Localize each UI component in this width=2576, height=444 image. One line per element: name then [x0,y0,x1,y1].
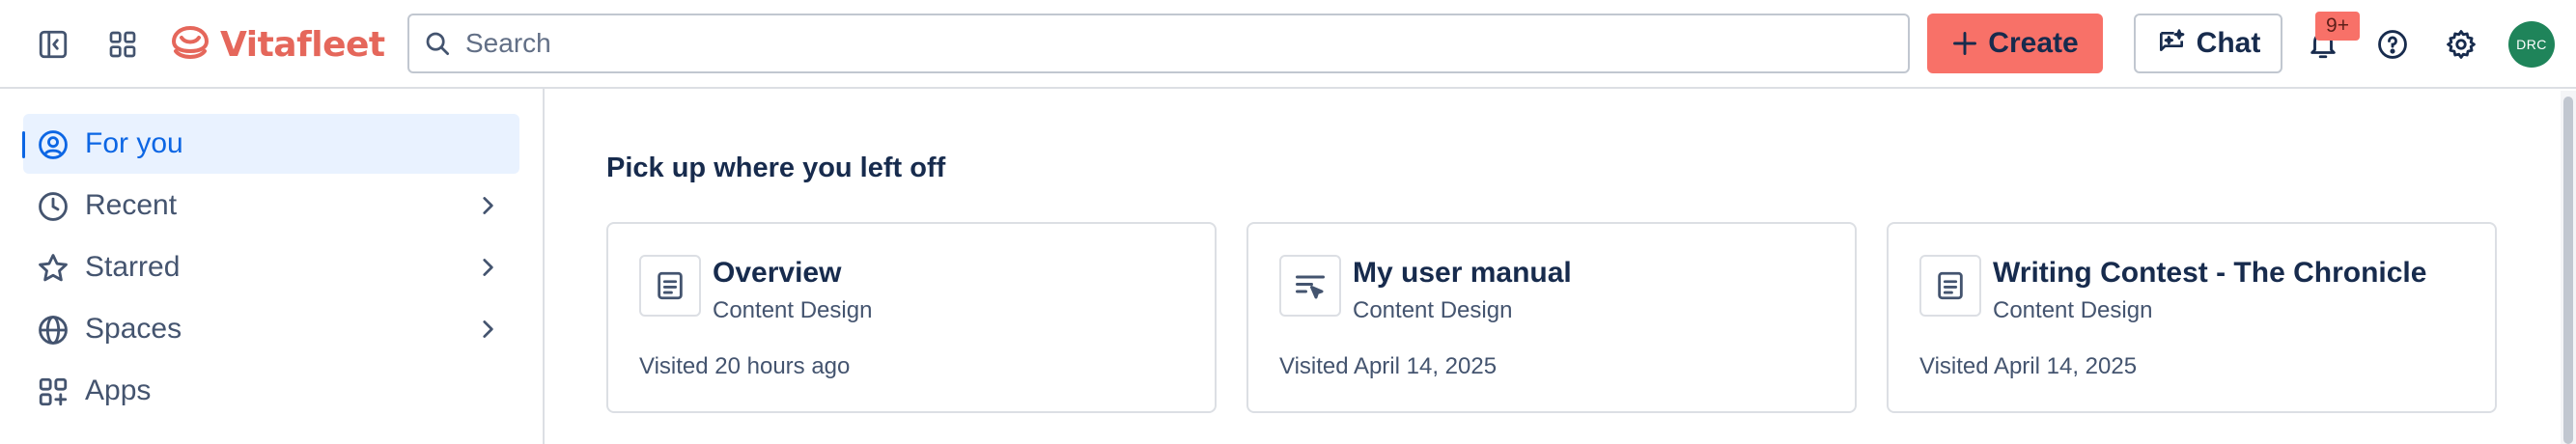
scrollbar-thumb[interactable] [2563,97,2573,444]
app-name: Vitafleet [220,24,385,65]
help-button[interactable] [2371,23,2414,66]
card-space-name: Content Design [1353,297,1513,323]
create-button-label: Create [1988,27,2079,59]
top-navigation-bar: Vitafleet Create Chat 9+ [0,0,2576,89]
card-space-name: Content Design [713,297,873,323]
search-bar[interactable] [407,14,1910,73]
sidebar-item-spaces[interactable]: Spaces [23,299,519,359]
plus-icon [1953,32,1977,55]
card-visited-time: Visited April 14, 2025 [1279,353,1498,379]
create-button[interactable]: Create [1927,14,2103,73]
search-icon [426,32,449,55]
clock-icon [39,192,68,221]
sidebar-item-label: For you [85,127,183,159]
chevron-right-icon[interactable] [475,193,500,218]
card-title: Overview [713,257,842,289]
live-doc-icon [1296,275,1325,299]
ai-chat-icon [2159,29,2184,51]
help-icon [2378,30,2407,59]
user-circle-icon [39,130,68,159]
chat-button[interactable]: Chat [2134,14,2282,73]
page-icon-container [639,255,701,317]
chevron-right-icon[interactable] [475,255,500,280]
sidebar-item-starred[interactable]: Starred [23,237,519,297]
chat-button-label: Chat [2196,27,2261,59]
vitafleet-logo-icon [172,26,209,59]
page-icon [658,271,683,300]
live-doc-icon-container [1279,255,1341,317]
star-icon [39,254,68,282]
app-logo[interactable]: Vitafleet [168,17,385,71]
card-title: Writing Contest - The Chronicle [1993,257,2427,289]
app-switcher-button[interactable] [102,24,143,65]
notifications-count-badge: 9+ [2315,12,2360,41]
sidebar-item-recent[interactable]: Recent [23,176,519,236]
sidebar-item-for-you[interactable]: For you [23,114,519,174]
app-grid-icon [109,31,136,58]
globe-icon [39,316,68,345]
sidebar-item-label: Spaces [85,313,182,345]
section-title: Pick up where you left off [606,153,946,183]
sidebar-toggle-button[interactable] [33,24,73,65]
active-indicator [22,131,25,158]
chevron-right-icon[interactable] [475,317,500,342]
settings-button[interactable] [2440,23,2482,66]
apps-icon [39,377,68,406]
gear-icon [2447,30,2476,59]
sidebar-item-apps[interactable]: Apps [23,361,519,421]
recent-page-card[interactable]: Overview Content Design Visited 20 hours… [606,222,1217,413]
page-icon [1938,271,1963,300]
sidebar-item-label: Recent [85,189,178,221]
sidebar: For you Recent Starred Spaces Apps [0,89,545,444]
search-input[interactable] [463,27,1819,60]
user-avatar[interactable]: DRC [2508,21,2555,68]
recent-page-card[interactable]: Writing Contest - The Chronicle Content … [1887,222,2497,413]
card-title: My user manual [1353,257,1572,289]
sidebar-item-label: Starred [85,251,181,283]
page-icon-container [1919,255,1981,317]
recent-page-card[interactable]: My user manual Content Design Visited Ap… [1246,222,1857,413]
card-visited-time: Visited April 14, 2025 [1919,353,2138,379]
card-space-name: Content Design [1993,297,2153,323]
card-visited-time: Visited 20 hours ago [639,353,851,379]
sidebar-toggle-icon [39,30,68,59]
sidebar-item-label: Apps [85,375,152,406]
